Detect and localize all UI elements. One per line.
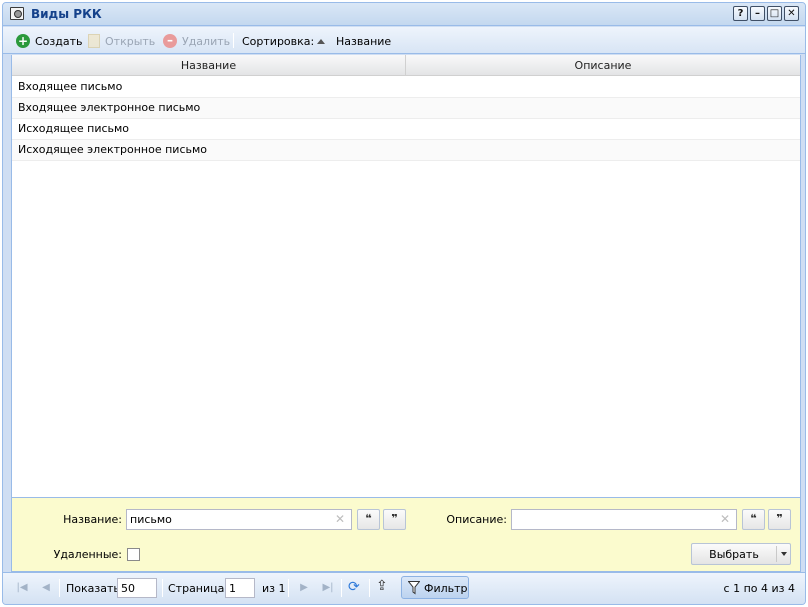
deleted-checkbox[interactable] [127, 548, 140, 561]
pager-separator [59, 579, 60, 597]
paging-toolbar: |◀ ◀ Показать Страница из 1 ▶ ▶| ⟳ ⇪ Фил… [3, 572, 805, 604]
pager-separator [288, 579, 289, 597]
delete-button[interactable]: – Удалить [163, 33, 230, 49]
quote-open-button[interactable]: ❝ [357, 509, 380, 530]
quote-close-button[interactable]: ❞ [383, 509, 406, 530]
pager-separator [369, 579, 370, 597]
next-page-icon[interactable]: ▶ [297, 581, 311, 595]
sort-label: Сортировка: [242, 34, 315, 48]
sort-field-button[interactable]: Название [317, 33, 391, 49]
minus-icon: – [163, 34, 177, 48]
description-filter-input[interactable] [511, 509, 737, 530]
grid-rows: Входящее письмо Входящее электронное пис… [12, 77, 800, 161]
records-grid: Название Описание Входящее письмо Входящ… [11, 55, 801, 497]
refresh-icon[interactable]: ⟳ [348, 579, 360, 595]
column-header-description[interactable]: Описание [406, 55, 800, 76]
select-label: Выбрать [709, 548, 759, 561]
page-size-input[interactable] [117, 578, 157, 598]
cell-name: Входящее электронное письмо [18, 101, 201, 114]
quote-close-button[interactable]: ❞ [768, 509, 791, 530]
chevron-down-icon[interactable] [781, 552, 787, 556]
column-header-name[interactable]: Название [12, 55, 406, 76]
filter-toggle-button[interactable]: Фильтр [401, 576, 469, 599]
window-icon [10, 7, 24, 20]
create-label: Создать [35, 34, 83, 48]
sort-ascending-icon [317, 38, 325, 44]
cell-name: Исходящее электронное письмо [18, 143, 208, 156]
prev-page-icon[interactable]: ◀ [39, 581, 53, 595]
toolbar: + Создать Открыть – Удалить Сортировка: … [3, 27, 805, 54]
split-divider [776, 546, 777, 562]
sort-label-item: Сортировка: [242, 33, 314, 49]
table-row[interactable]: Исходящее письмо [12, 119, 800, 140]
select-button[interactable]: Выбрать [691, 543, 791, 565]
create-button[interactable]: + Создать [16, 33, 83, 49]
pager-separator [341, 579, 342, 597]
plus-icon: + [16, 34, 30, 48]
filter-label: Фильтр [424, 582, 468, 595]
open-label: Открыть [105, 34, 156, 48]
window: Виды РКК ? – □ ✕ + Создать Открыть – Уда… [2, 2, 806, 605]
first-page-icon[interactable]: |◀ [15, 581, 29, 595]
table-row[interactable]: Входящее электронное письмо [12, 98, 800, 119]
table-row[interactable]: Входящее письмо [12, 77, 800, 98]
minimize-button[interactable]: – [750, 6, 765, 21]
records-summary: с 1 по 4 из 4 [723, 582, 795, 595]
cell-name: Входящее письмо [18, 80, 123, 93]
description-filter-label: Описание: [446, 513, 507, 526]
grid-header: Название Описание [12, 55, 800, 76]
help-button[interactable]: ? [733, 6, 748, 21]
close-button[interactable]: ✕ [784, 6, 799, 21]
name-filter-label: Название: [63, 513, 122, 526]
table-row[interactable]: Исходящее электронное письмо [12, 140, 800, 161]
document-icon [88, 34, 100, 48]
clear-icon[interactable]: ✕ [335, 512, 345, 526]
last-page-icon[interactable]: ▶| [321, 581, 335, 595]
cell-name: Исходящее письмо [18, 122, 130, 135]
funnel-icon [408, 581, 420, 595]
window-title: Виды РКК [31, 7, 102, 21]
maximize-button[interactable]: □ [767, 6, 782, 21]
sort-field-label: Название [336, 34, 392, 48]
page-label: Страница [168, 582, 225, 595]
delete-label: Удалить [182, 34, 231, 48]
clear-icon[interactable]: ✕ [720, 512, 730, 526]
page-number-input[interactable] [225, 578, 255, 598]
toolbar-separator [233, 33, 234, 48]
pager-separator [162, 579, 163, 597]
deleted-filter-label: Удаленные: [53, 548, 122, 561]
quote-open-button[interactable]: ❝ [742, 509, 765, 530]
page-count-label: из 1 [262, 582, 286, 595]
filter-panel: Название: ✕ ❝ ❞ Описание: ✕ ❝ ❞ Удаленны… [11, 497, 801, 572]
title-bar: Виды РКК ? – □ ✕ [3, 3, 805, 26]
open-button[interactable]: Открыть [88, 33, 155, 49]
export-icon[interactable]: ⇪ [376, 578, 388, 594]
show-label: Показать [66, 582, 120, 595]
name-filter-input[interactable] [126, 509, 352, 530]
